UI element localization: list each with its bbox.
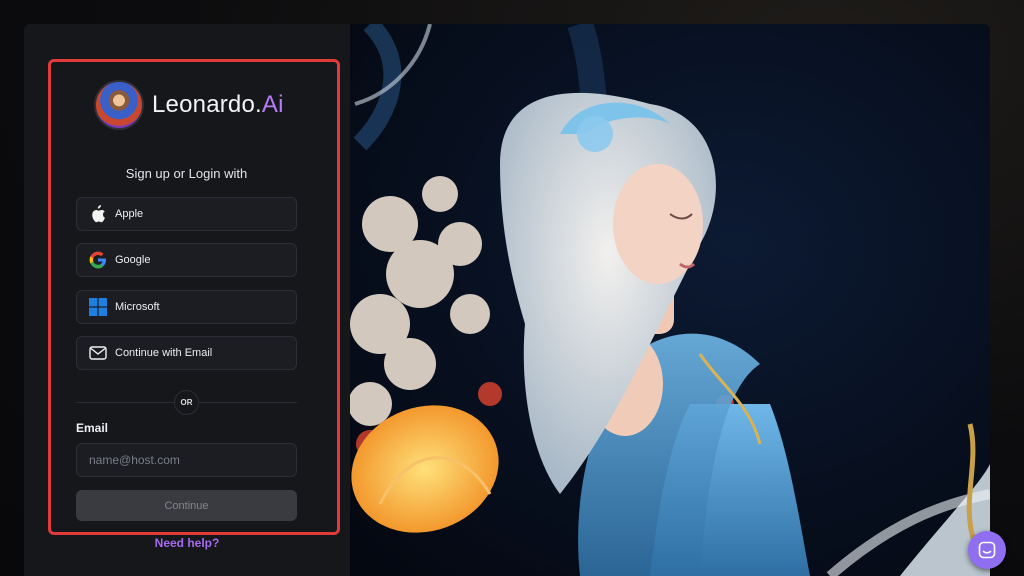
page: Leonardo.Ai Sign up or Login with Apple … xyxy=(0,0,1024,576)
email-field[interactable] xyxy=(76,443,297,477)
email-field-label: Email xyxy=(76,421,109,435)
brand-name-accent: Ai xyxy=(261,91,284,118)
apple-login-button[interactable]: Apple xyxy=(76,197,297,231)
need-help-link[interactable]: Need help? xyxy=(24,536,350,550)
apple-icon xyxy=(89,205,107,223)
google-login-label: Google xyxy=(115,254,151,266)
email-login-label: Continue with Email xyxy=(115,347,213,359)
email-login-button[interactable]: Continue with Email xyxy=(76,336,297,370)
signup-heading: Sign up or Login with xyxy=(125,166,248,181)
hero-artwork xyxy=(350,24,990,576)
mail-icon xyxy=(89,344,107,362)
chat-icon xyxy=(978,541,996,559)
microsoft-icon xyxy=(89,298,107,316)
google-login-button[interactable]: Google xyxy=(76,243,297,277)
or-divider-badge: OR xyxy=(174,390,199,415)
brand-name: Leonardo.Ai xyxy=(152,91,284,119)
artwork-image xyxy=(350,24,990,576)
microsoft-login-button[interactable]: Microsoft xyxy=(76,290,297,324)
logo-avatar-icon xyxy=(94,80,144,130)
chat-widget-button[interactable] xyxy=(968,531,1006,569)
brand-name-prefix: Leonardo. xyxy=(152,91,262,118)
microsoft-login-label: Microsoft xyxy=(115,301,160,313)
brand-logo: Leonardo.Ai xyxy=(94,80,294,130)
continue-button[interactable]: Continue xyxy=(76,490,297,521)
google-icon xyxy=(89,251,107,269)
apple-login-label: Apple xyxy=(115,208,144,220)
